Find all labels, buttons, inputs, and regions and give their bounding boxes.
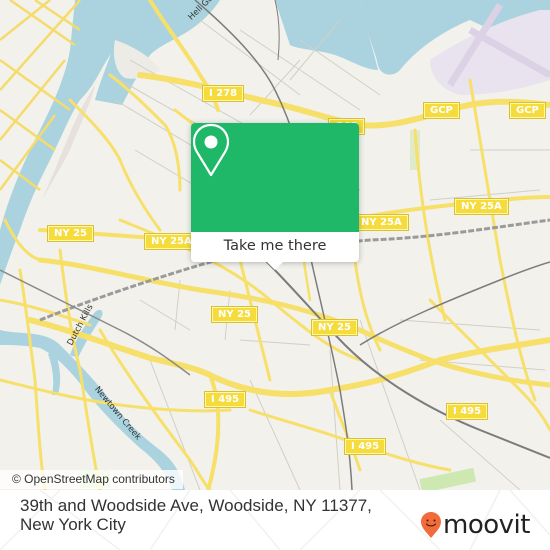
road-shield-ny25: NY 25 — [46, 225, 95, 242]
park — [419, 467, 477, 490]
road-shield-i278: I 278 — [201, 85, 245, 102]
footer: 39th and Woodside Ave, Woodside, NY 1137… — [0, 490, 550, 550]
road-shield-ny25a: NY 25A — [144, 233, 199, 250]
location-popup: Take me there — [191, 123, 359, 270]
moovit-wordmark: moovit — [443, 510, 530, 540]
road-shield-ny25: NY 25 — [310, 319, 359, 336]
popup-pointer — [267, 262, 283, 270]
address-text: 39th and Woodside Ave, Woodside, NY 1137… — [20, 496, 372, 534]
location-pin-icon — [192, 123, 230, 177]
road-shield-gcp: GCP — [509, 102, 546, 119]
road-shield-ny25a: NY 25A — [454, 198, 509, 215]
road-shield-i495: I 495 — [203, 391, 247, 408]
map-view[interactable]: I 278 GCP GCP GCP NY 25A NY 25A NY 25A N… — [0, 0, 550, 490]
moovit-smiley-pin-icon — [421, 512, 441, 538]
popup-header[interactable] — [191, 123, 359, 232]
map-attribution[interactable]: © OpenStreetMap contributors — [0, 470, 183, 489]
road-shield-ny25a: NY 25A — [354, 214, 409, 231]
road-shield-ny25: NY 25 — [210, 306, 259, 323]
take-me-there-button[interactable]: Take me there — [191, 232, 359, 262]
road-shield-i495: I 495 — [445, 403, 489, 420]
road-shield-gcp: GCP — [423, 102, 460, 119]
road-shield-i495: I 495 — [343, 438, 387, 455]
moovit-logo[interactable]: moovit — [420, 508, 530, 542]
